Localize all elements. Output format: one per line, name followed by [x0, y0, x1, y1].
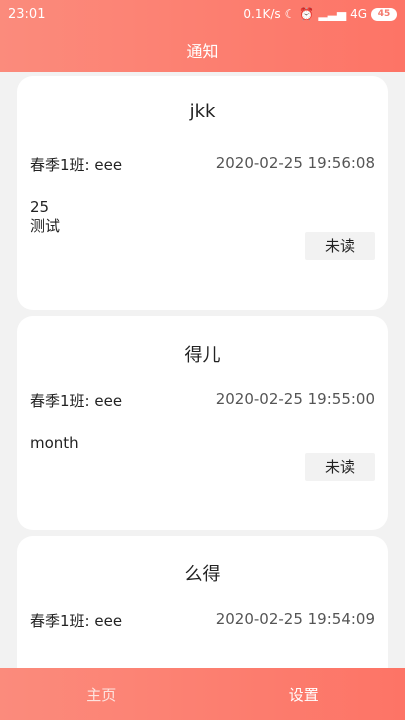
notification-time: 2020-02-25 19:56:08	[215, 154, 375, 172]
unread-button[interactable]: 未读	[305, 232, 375, 260]
notification-title: 么得	[184, 564, 221, 585]
notification-card[interactable]: jkk 春季1班: eee 2020-02-25 19:56:08 25 测试 …	[17, 76, 388, 310]
tab-home[interactable]: 主页	[0, 668, 203, 720]
status-bar: 23:01 0.1K/s ☾ ⏰ ▂▃▅ 4G 45	[0, 0, 405, 28]
signal-icon: ▂▃▅	[318, 7, 347, 21]
notification-card[interactable]: 么得 春季1班: eee 2020-02-25 19:54:09	[17, 536, 388, 668]
alarm-icon: ⏰	[299, 7, 315, 21]
tab-settings[interactable]: 设置	[203, 668, 405, 720]
network-type: 4G	[350, 7, 367, 21]
bottom-tab-bar: 主页 设置	[0, 668, 405, 720]
moon-icon: ☾	[284, 7, 296, 21]
network-speed: 0.1K/s	[243, 7, 281, 21]
notification-class: 春季1班: eee	[30, 612, 123, 630]
notification-class: 春季1班: eee	[30, 392, 123, 410]
notification-list[interactable]: jkk 春季1班: eee 2020-02-25 19:56:08 25 测试 …	[0, 72, 405, 668]
notification-title: 得儿	[184, 345, 221, 366]
notification-time: 2020-02-25 19:55:00	[215, 390, 375, 408]
tab-settings-label: 设置	[288, 685, 319, 704]
notification-title: jkk	[189, 101, 216, 122]
notification-card[interactable]: 得儿 春季1班: eee 2020-02-25 19:55:00 month 未…	[17, 316, 388, 530]
notification-class: 春季1班: eee	[30, 156, 123, 174]
app-header: 23:01 0.1K/s ☾ ⏰ ▂▃▅ 4G 45 通知	[0, 0, 405, 72]
notification-content: 25 测试	[30, 198, 61, 235]
status-icons: 0.1K/s ☾ ⏰ ▂▃▅ 4G 45	[243, 7, 397, 21]
tab-home-label: 主页	[86, 685, 117, 704]
page-title: 通知	[186, 42, 219, 61]
status-time: 23:01	[8, 6, 46, 22]
battery-icon: 45	[371, 7, 397, 21]
notification-time: 2020-02-25 19:54:09	[215, 610, 375, 628]
unread-button[interactable]: 未读	[305, 453, 375, 481]
notification-content: month	[30, 434, 79, 452]
